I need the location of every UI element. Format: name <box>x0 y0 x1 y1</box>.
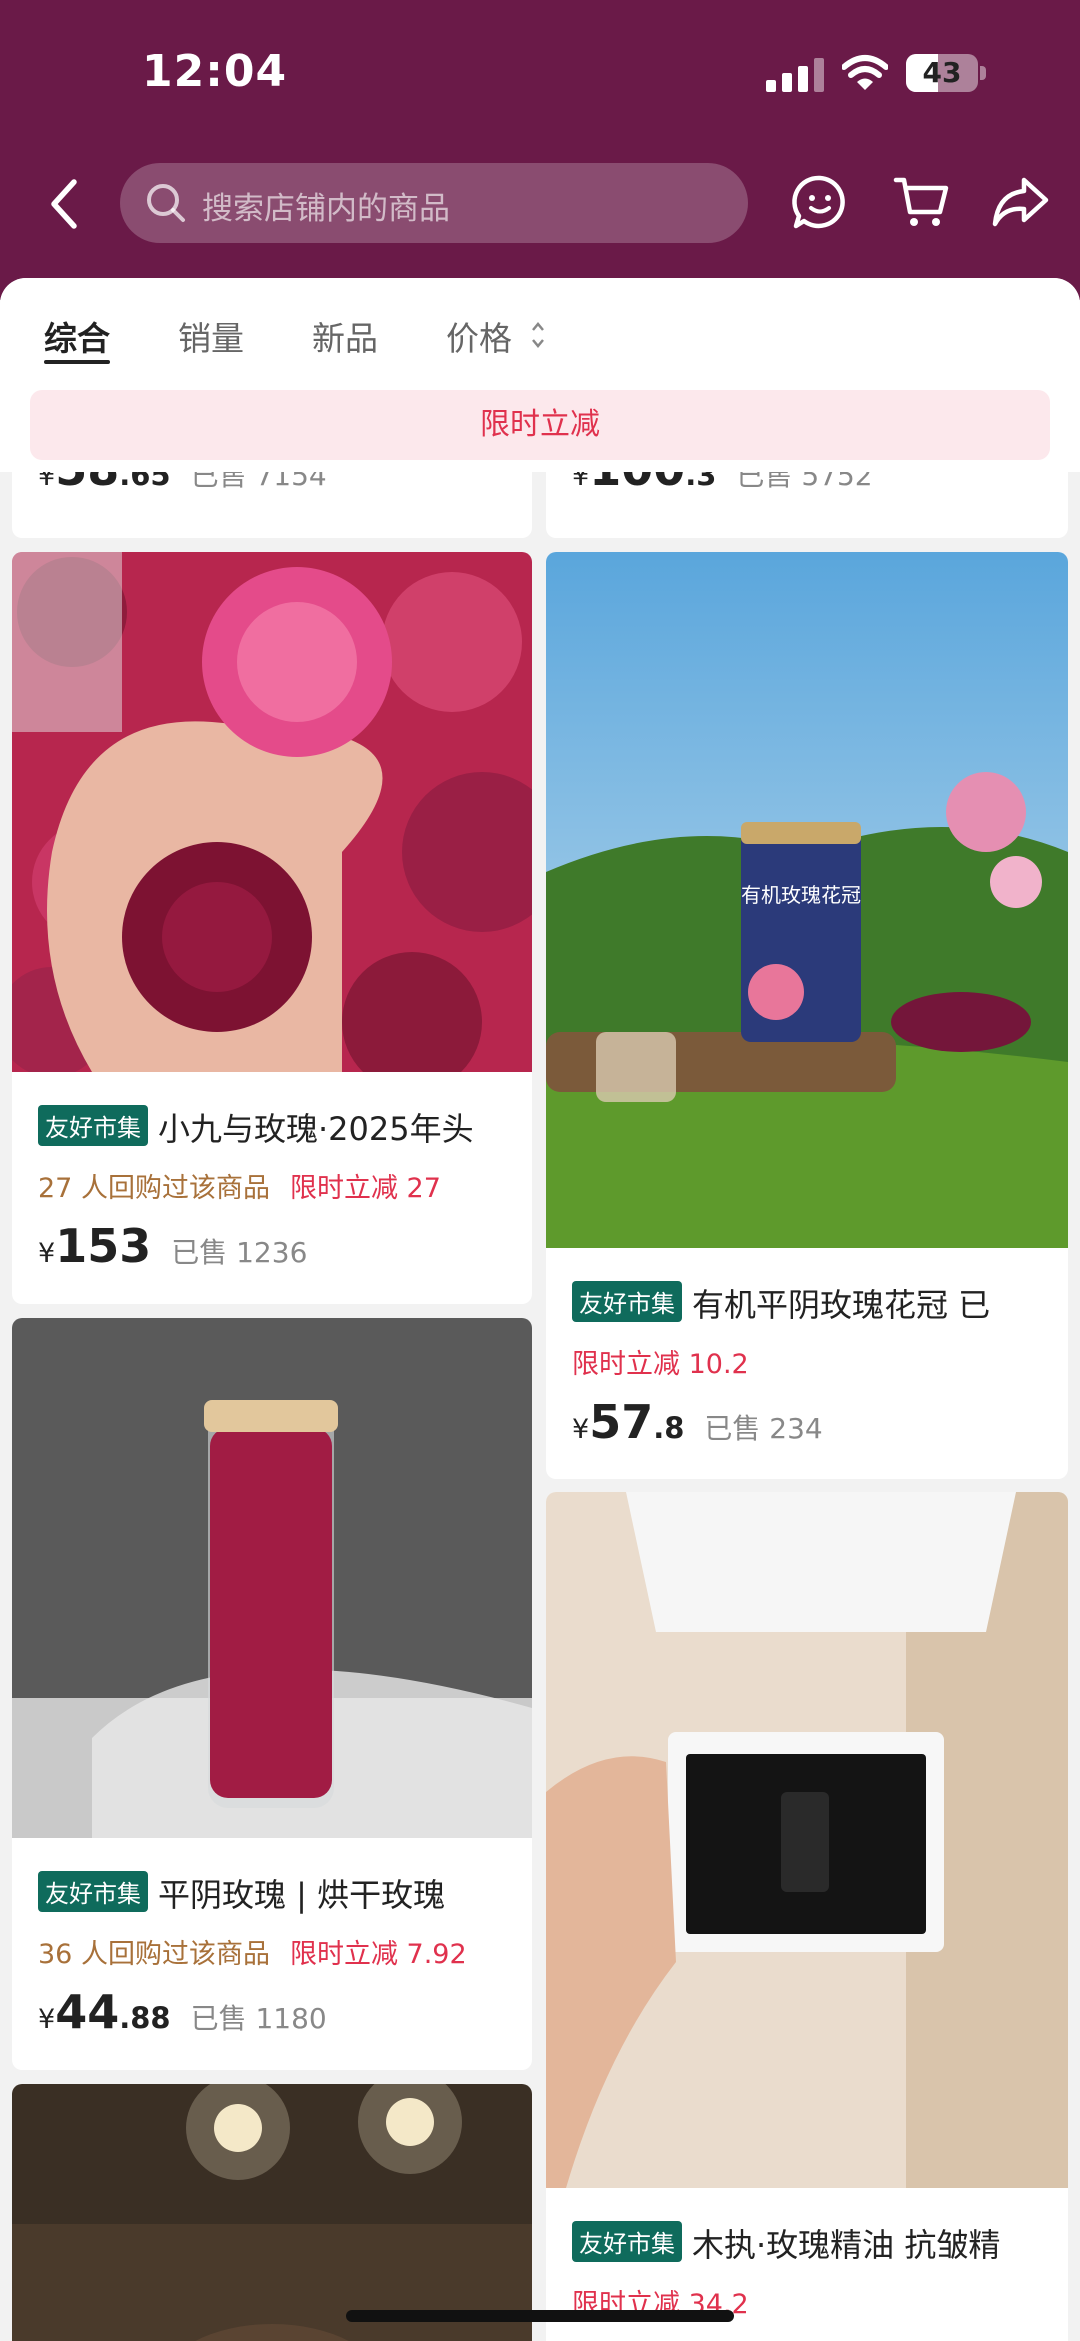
search-placeholder: 搜索店铺内的商品 <box>202 191 450 227</box>
price-integer: 44 <box>55 1985 120 2039</box>
repurchase-text: 27 人回购过该商品 <box>38 1173 270 1204</box>
battery-icon: 43 <box>906 54 986 92</box>
discount-text: 限时立减 27 <box>289 1173 441 1204</box>
product-image-rose-hand <box>12 552 532 1072</box>
market-tag: 友好市集 <box>38 1871 148 1912</box>
price-integer: 153 <box>55 1219 152 1273</box>
product-card[interactable]: 友好市集 平阴玫瑰 | 烘干玫瑰 36 人回购过该商品 限时立减 7.92 ¥44.… <box>12 1318 532 2070</box>
price-integer: 57 <box>589 1395 654 1449</box>
price-currency: ¥ <box>38 1238 56 1269</box>
promo-bar: 限时立减 <box>0 388 1080 472</box>
product-image-essential-oil <box>546 1492 1068 2188</box>
product-image-rose-tea-can: 有机玫瑰花冠 <box>546 552 1068 1248</box>
content-panel: 综合 销量 新品 价格 ¥58.65已售 7154 ¥100.3已售 5752 … <box>0 278 1080 2341</box>
cellular-signal-icon <box>766 58 824 92</box>
wifi-icon <box>842 55 888 90</box>
price-currency: ¥ <box>572 1414 590 1445</box>
sort-tabs: 综合 销量 新品 价格 <box>0 278 1080 388</box>
customer-service-icon[interactable] <box>790 172 850 232</box>
product-info: 友好市集 木执·玫瑰精油 抗皱精 限时立减 34.2 <box>572 2220 1058 2321</box>
tab-new[interactable]: 新品 <box>312 312 378 360</box>
repurchase-text: 36 人回购过该商品 <box>38 1939 270 1970</box>
market-tag: 友好市集 <box>572 1281 682 1322</box>
product-card[interactable]: 友好市集 小九与玫瑰·2025年头 27 人回购过该商品 限时立减 27 ¥153 已… <box>12 552 532 1304</box>
product-image-rose-jar <box>12 1318 532 1838</box>
back-arrow-icon[interactable] <box>44 176 86 232</box>
can-label: 有机玫瑰花冠 <box>741 883 861 907</box>
price-decimal: .88 <box>119 2001 171 2035</box>
product-info: 友好市集 有机平阴玫瑰花冠 已 限时立减 10.2 ¥57.8 已售 234 <box>572 1280 1058 1449</box>
sold-count: 已售 1236 <box>171 1236 308 1269</box>
product-title: 有机平阴玫瑰花冠 已 <box>692 1286 991 1324</box>
tab-price[interactable]: 价格 <box>446 312 512 360</box>
discount-text: 限时立减 10.2 <box>572 1349 749 1380</box>
product-title: 小九与玫瑰·2025年头 <box>158 1110 474 1148</box>
active-tab-indicator <box>44 360 110 364</box>
price-currency: ¥ <box>38 2004 56 2035</box>
product-card[interactable]: 有机玫瑰花冠 友好市集 有机平阴玫瑰花冠 已 限时立减 10.2 ¥57.8 已售 … <box>546 552 1068 1479</box>
product-title: 木执·玫瑰精油 抗皱精 <box>692 2226 1001 2264</box>
status-bar: 12:04 43 <box>0 0 1080 140</box>
tab-comprehensive[interactable]: 综合 <box>44 312 110 360</box>
cart-icon[interactable] <box>892 172 952 232</box>
battery-level: 43 <box>922 56 962 89</box>
header: 12:04 43 搜索店铺内的商品 <box>0 0 1080 300</box>
share-icon[interactable] <box>990 172 1050 232</box>
tab-sales[interactable]: 销量 <box>178 312 244 360</box>
product-card[interactable] <box>12 2084 532 2341</box>
home-indicator[interactable] <box>346 2310 734 2322</box>
product-image-dark-shelf <box>12 2084 532 2341</box>
search-icon <box>147 184 185 222</box>
discount-text: 限时立减 7.92 <box>289 1939 467 1970</box>
promo-banner[interactable]: 限时立减 <box>30 390 1050 460</box>
sold-count: 已售 234 <box>704 1412 823 1445</box>
search-bar[interactable]: 搜索店铺内的商品 <box>120 163 748 243</box>
product-info: 友好市集 平阴玫瑰 | 烘干玫瑰 36 人回购过该商品 限时立减 7.92 ¥44.… <box>38 1870 522 2039</box>
sold-count: 已售 1180 <box>190 2002 327 2035</box>
status-time: 12:04 <box>142 46 288 97</box>
product-info: 友好市集 小九与玫瑰·2025年头 27 人回购过该商品 限时立减 27 ¥153 已… <box>38 1104 522 1273</box>
sort-arrows-icon <box>532 322 544 348</box>
market-tag: 友好市集 <box>38 1105 148 1146</box>
product-card[interactable]: 友好市集 木执·玫瑰精油 抗皱精 限时立减 34.2 <box>546 1492 1068 2341</box>
market-tag: 友好市集 <box>572 2221 682 2262</box>
product-title: 平阴玫瑰 | 烘干玫瑰 <box>158 1876 446 1914</box>
price-decimal: .8 <box>653 1411 685 1445</box>
